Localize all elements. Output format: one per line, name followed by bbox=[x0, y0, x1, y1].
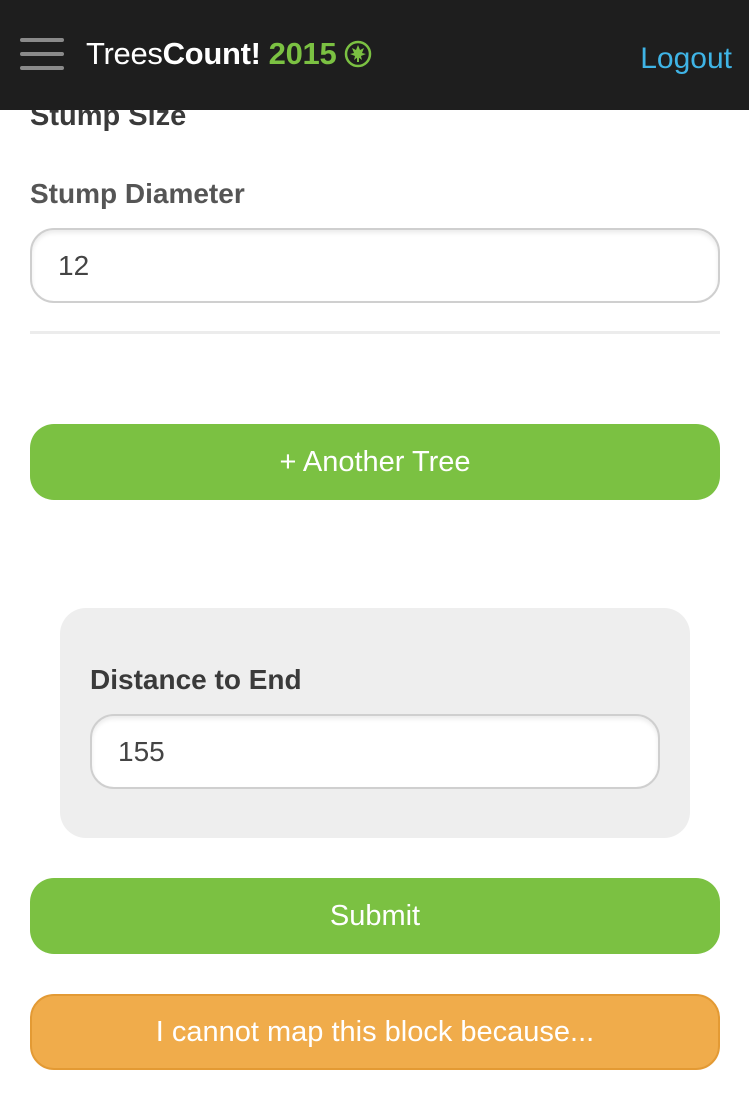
submit-button[interactable]: Submit bbox=[30, 878, 720, 954]
section-divider bbox=[30, 331, 720, 334]
brand-logo[interactable]: Trees Count! 2015 bbox=[86, 34, 372, 74]
menu-line bbox=[20, 38, 64, 42]
stump-diameter-input[interactable]: 12 bbox=[30, 228, 720, 303]
add-another-tree-button[interactable]: + Another Tree bbox=[30, 424, 720, 500]
distance-to-end-input[interactable]: 155 bbox=[90, 714, 660, 789]
brand-text-light: Trees bbox=[86, 36, 163, 71]
logout-link[interactable]: Logout bbox=[640, 42, 732, 76]
menu-line bbox=[20, 66, 64, 70]
distance-to-end-label: Distance to End bbox=[90, 664, 302, 695]
cannot-map-block-button[interactable]: I cannot map this block because... bbox=[30, 994, 720, 1070]
brand-year: 2015 bbox=[268, 36, 337, 71]
brand-text-bold: Count! bbox=[162, 36, 261, 71]
leaf-icon bbox=[345, 40, 372, 68]
hamburger-menu-icon[interactable] bbox=[20, 38, 64, 72]
page: Trees Count! 2015 Logout Stump Size Stump… bbox=[0, 0, 749, 1112]
distance-to-end-panel: Distance to End 155 bbox=[60, 608, 690, 838]
menu-line bbox=[20, 52, 64, 56]
top-navigation-bar: Trees Count! 2015 Logout bbox=[0, 0, 749, 110]
stump-diameter-label: Stump Diameter bbox=[30, 178, 245, 209]
